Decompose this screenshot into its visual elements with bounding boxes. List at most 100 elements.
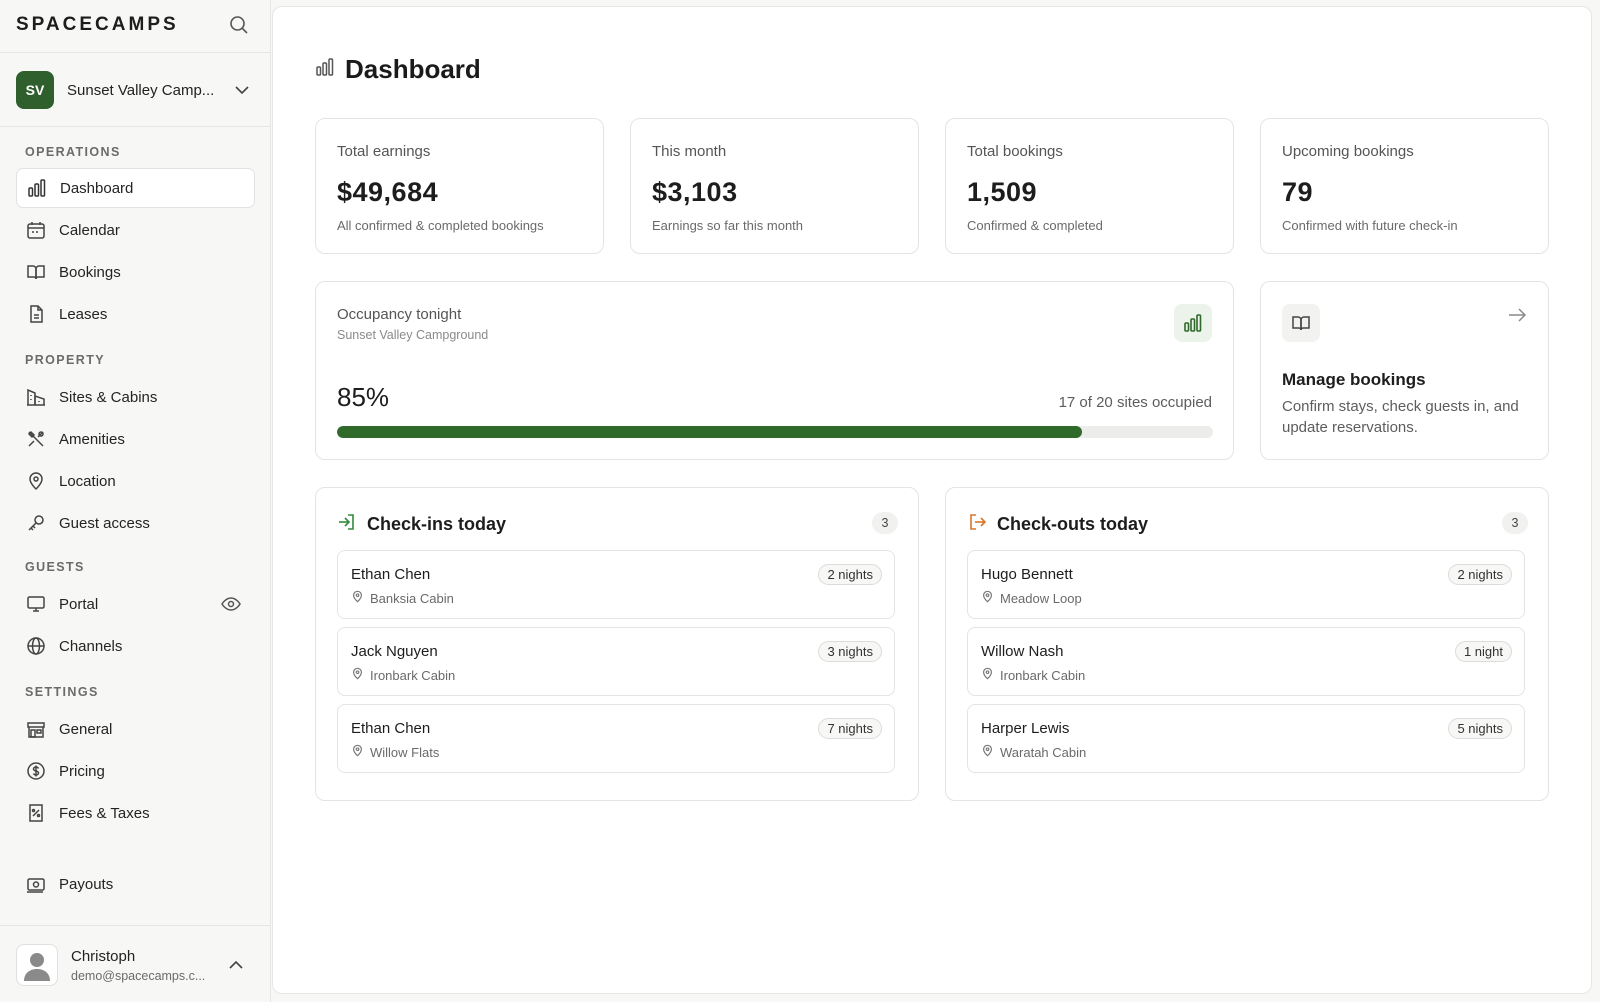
page-title: Dashboard bbox=[345, 54, 481, 84]
stat-card-total-earnings: Total earnings $49,684 All confirmed & c… bbox=[315, 118, 604, 254]
list-item[interactable]: Jack Nguyen Ironbark Cabin 3 nights bbox=[337, 627, 895, 696]
chevron-up-icon bbox=[227, 956, 245, 974]
sidebar-item-label: Pricing bbox=[59, 762, 105, 780]
checkouts-count-badge: 3 bbox=[1502, 512, 1528, 534]
stat-label: Total bookings bbox=[967, 143, 1063, 160]
manage-bookings-title: Manage bookings bbox=[1282, 370, 1426, 389]
banknote-icon bbox=[26, 874, 46, 894]
page-header: Dashboard bbox=[315, 54, 481, 85]
eye-icon[interactable] bbox=[221, 594, 241, 614]
sidebar-item-label: Calendar bbox=[59, 221, 120, 239]
brand-logo: SPACECAMPS bbox=[16, 14, 179, 35]
checkouts-title: Check-outs today bbox=[997, 514, 1149, 534]
search-icon[interactable] bbox=[228, 14, 250, 36]
occupancy-progress-bar bbox=[337, 426, 1213, 438]
map-pin-icon bbox=[26, 471, 46, 491]
sidebar-item-leases[interactable]: Leases bbox=[16, 294, 255, 334]
occupancy-card: Occupancy tonight Sunset Valley Campgrou… bbox=[315, 281, 1234, 460]
nights-badge: 2 nights bbox=[1448, 564, 1512, 585]
sidebar-item-dashboard[interactable]: Dashboard bbox=[16, 168, 255, 208]
sidebar-item-label: Sites & Cabins bbox=[59, 388, 158, 406]
sidebar-item-payouts[interactable]: Payouts bbox=[16, 864, 255, 904]
book-open-icon bbox=[26, 262, 46, 282]
user-name: Christoph bbox=[71, 947, 136, 965]
list-item[interactable]: Ethan Chen Willow Flats 7 nights bbox=[337, 704, 895, 773]
org-name: Sunset Valley Camp... bbox=[67, 81, 215, 99]
sidebar-item-fees[interactable]: Fees & Taxes bbox=[16, 793, 255, 833]
user-menu[interactable]: Christoph demo@spacecamps.c... bbox=[16, 942, 256, 988]
site-name: Ironbark Cabin bbox=[370, 667, 456, 683]
map-pin-icon bbox=[981, 667, 994, 683]
manage-bookings-card[interactable]: Manage bookings Confirm stays, check gue… bbox=[1260, 281, 1549, 460]
occupancy-subtitle: Sunset Valley Campground bbox=[337, 328, 489, 342]
occupancy-percent: 85% bbox=[337, 382, 390, 412]
log-out-icon bbox=[967, 512, 987, 537]
list-item[interactable]: Hugo Bennett Meadow Loop 2 nights bbox=[967, 550, 1525, 619]
org-switcher[interactable]: SV Sunset Valley Camp... bbox=[16, 70, 256, 110]
list-item[interactable]: Ethan Chen Banksia Cabin 2 nights bbox=[337, 550, 895, 619]
document-icon bbox=[26, 304, 46, 324]
stat-value: $49,684 bbox=[337, 177, 439, 207]
section-label-operations: OPERATIONS bbox=[25, 145, 121, 159]
sidebar: SPACECAMPS SV Sunset Valley Camp... OPER… bbox=[0, 0, 271, 1002]
sidebar-item-label: Dashboard bbox=[60, 179, 134, 197]
sidebar-item-pricing[interactable]: Pricing bbox=[16, 751, 255, 791]
divider bbox=[0, 126, 271, 127]
stat-label: Upcoming bookings bbox=[1282, 143, 1414, 160]
nights-badge: 2 nights bbox=[818, 564, 882, 585]
book-open-icon bbox=[1282, 304, 1320, 342]
guest-name: Hugo Bennett bbox=[981, 566, 1073, 583]
section-label-property: PROPERTY bbox=[25, 353, 105, 367]
sidebar-item-location[interactable]: Location bbox=[16, 461, 255, 501]
sidebar-item-channels[interactable]: Channels bbox=[16, 626, 255, 666]
site-name: Banksia Cabin bbox=[370, 590, 454, 606]
bar-chart-icon bbox=[27, 178, 47, 198]
list-item[interactable]: Willow Nash Ironbark Cabin 1 night bbox=[967, 627, 1525, 696]
stat-value: 1,509 bbox=[967, 177, 1038, 207]
site-name: Waratah Cabin bbox=[1000, 744, 1087, 760]
divider bbox=[0, 52, 271, 53]
sidebar-item-calendar[interactable]: Calendar bbox=[16, 210, 255, 250]
map-pin-icon bbox=[351, 590, 364, 606]
avatar bbox=[16, 944, 58, 986]
sidebar-item-label: Location bbox=[59, 472, 116, 490]
sidebar-item-amenities[interactable]: Amenities bbox=[16, 419, 255, 459]
guest-name: Harper Lewis bbox=[981, 720, 1070, 737]
sidebar-item-guest-access[interactable]: Guest access bbox=[16, 503, 255, 543]
sidebar-item-portal[interactable]: Portal bbox=[16, 584, 255, 624]
stat-card-total-bookings: Total bookings 1,509 Confirmed & complet… bbox=[945, 118, 1234, 254]
sidebar-item-sites[interactable]: Sites & Cabins bbox=[16, 377, 255, 417]
guest-name: Ethan Chen bbox=[351, 566, 431, 583]
nights-badge: 3 nights bbox=[818, 641, 882, 662]
map-pin-icon bbox=[981, 590, 994, 606]
globe-icon bbox=[26, 636, 46, 656]
occupancy-title: Occupancy tonight bbox=[337, 306, 462, 323]
stat-subtext: All confirmed & completed bookings bbox=[337, 218, 544, 233]
stat-value: $3,103 bbox=[652, 177, 738, 207]
sidebar-item-label: Fees & Taxes bbox=[59, 804, 150, 822]
site-name: Willow Flats bbox=[370, 744, 440, 760]
checkouts-card: Check-outs today 3 Hugo Bennett Meadow L… bbox=[945, 487, 1549, 801]
stat-value: 79 bbox=[1282, 177, 1314, 207]
sidebar-item-label: Leases bbox=[59, 305, 108, 323]
sidebar-item-label: General bbox=[59, 720, 113, 738]
stat-subtext: Confirmed with future check-in bbox=[1282, 218, 1458, 233]
chevron-down-icon bbox=[233, 81, 251, 99]
guest-name: Jack Nguyen bbox=[351, 643, 438, 660]
dollar-circle-icon bbox=[26, 761, 46, 781]
sidebar-item-general[interactable]: General bbox=[16, 709, 255, 749]
main-panel: Dashboard Total earnings $49,684 All con… bbox=[272, 6, 1592, 994]
sidebar-item-bookings[interactable]: Bookings bbox=[16, 252, 255, 292]
map-pin-icon bbox=[351, 667, 364, 683]
arrow-right-icon bbox=[1506, 304, 1528, 326]
map-pin-icon bbox=[351, 744, 364, 760]
list-item[interactable]: Harper Lewis Waratah Cabin 5 nights bbox=[967, 704, 1525, 773]
occupancy-progress-fill bbox=[337, 426, 1082, 438]
stat-card-upcoming-bookings: Upcoming bookings 79 Confirmed with futu… bbox=[1260, 118, 1549, 254]
stat-card-this-month: This month $3,103 Earnings so far this m… bbox=[630, 118, 919, 254]
calendar-icon bbox=[26, 220, 46, 240]
bar-chart-icon[interactable] bbox=[1174, 304, 1212, 342]
guest-name: Ethan Chen bbox=[351, 720, 431, 737]
user-email: demo@spacecamps.c... bbox=[71, 968, 206, 983]
checkins-card: Check-ins today 3 Ethan Chen Banksia Cab… bbox=[315, 487, 919, 801]
